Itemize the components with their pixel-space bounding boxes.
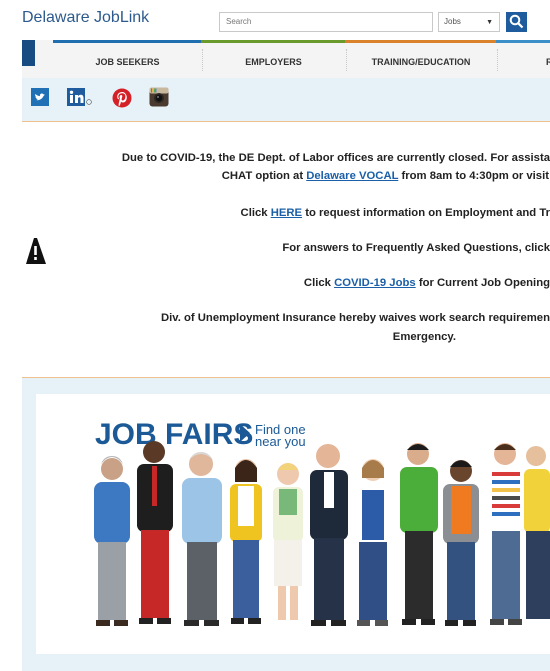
notice-text: Click <box>303 277 335 289</box>
notice-line: Div. of Unemployment Insurance hereby wa… <box>160 312 550 324</box>
main-nav: JOB SEEKERS EMPLOYERS TRAINING/EDUCATION… <box>22 40 550 79</box>
instagram-icon[interactable] <box>149 87 169 112</box>
notice-text: for Current Job Opening <box>415 277 550 289</box>
people-group-illustration <box>94 441 550 626</box>
nav-training-education[interactable]: TRAINING/EDUCATION <box>345 40 497 78</box>
search-icon <box>509 14 524 29</box>
nav-label: TRAINING/EDUCATION <box>371 57 471 67</box>
social-bar <box>22 78 550 122</box>
notice-text: to request information on Employment and… <box>302 207 550 219</box>
notice-line: Due to COVID-19, the DE Dept. of Labor o… <box>121 152 550 164</box>
site-header: Delaware JobLink Search Jobs ▼ <box>0 0 550 40</box>
notice-line: CHAT option at Delaware VOCAL from 8am t… <box>222 170 549 182</box>
nav-label: R <box>546 57 550 67</box>
site-logo-text[interactable]: Delaware JobLink <box>22 9 149 27</box>
banner-area: JOB FAIRS Find one near you <box>22 378 550 671</box>
notice-text: Click <box>240 207 271 219</box>
nav-employers[interactable]: EMPLOYERS <box>201 40 346 78</box>
delaware-vocal-link[interactable]: Delaware VOCAL <box>306 170 398 182</box>
search-input[interactable]: Search <box>219 12 433 32</box>
notice-line: Click COVID-19 Jobs for Current Job Open… <box>304 277 550 289</box>
linkedin-icon[interactable] <box>67 88 93 111</box>
covid-19-jobs-link[interactable]: COVID-19 Jobs <box>334 277 416 289</box>
warning-icon <box>23 236 48 271</box>
notice-line: For answers to Frequently Asked Question… <box>282 242 550 254</box>
notice-text: from 8am to 4:30pm or visit <box>398 170 549 182</box>
nav-home-button[interactable] <box>22 40 35 66</box>
pinterest-icon[interactable] <box>112 88 132 113</box>
chevron-down-icon: ▼ <box>486 19 493 26</box>
job-fairs-banner[interactable]: JOB FAIRS Find one near you <box>36 394 550 654</box>
nav-label: EMPLOYERS <box>245 57 302 67</box>
search-scope-value: Jobs <box>444 17 461 26</box>
notice-line: Click HERE to request information on Emp… <box>241 207 550 219</box>
covid-notice: Due to COVID-19, the DE Dept. of Labor o… <box>0 122 550 377</box>
here-link[interactable]: HERE <box>271 207 302 219</box>
search-button[interactable] <box>506 12 527 32</box>
nav-job-seekers[interactable]: JOB SEEKERS <box>53 40 202 78</box>
notice-text: CHAT option at <box>221 170 307 182</box>
search-scope-select[interactable]: Jobs ▼ <box>438 12 500 32</box>
nav-label: JOB SEEKERS <box>95 57 160 67</box>
nav-r[interactable]: R <box>496 40 550 78</box>
notice-line: Emergency. <box>392 331 456 343</box>
twitter-icon[interactable] <box>31 88 49 111</box>
